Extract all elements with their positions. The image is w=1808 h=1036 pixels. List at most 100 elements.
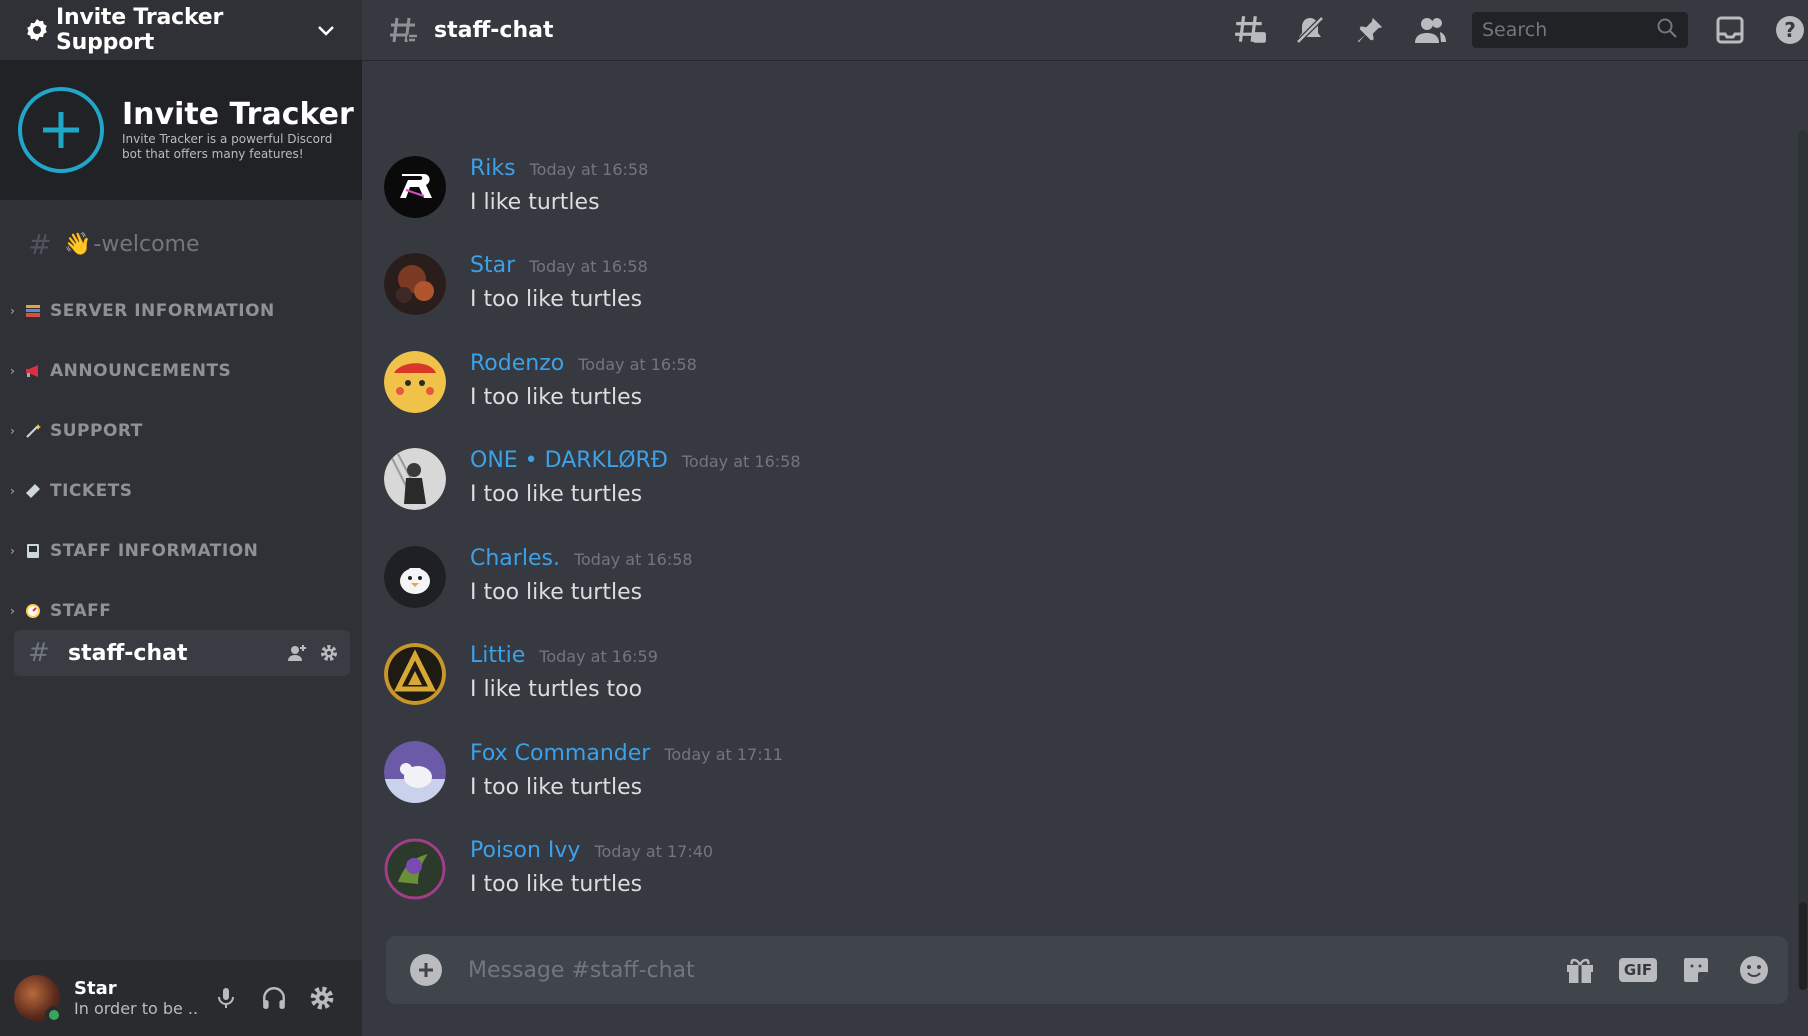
category-server-information[interactable]: › SERVER INFORMATION [0, 296, 362, 326]
message-composer: GIF [386, 936, 1788, 1004]
category-staff-information[interactable]: › STAFF INFORMATION [0, 536, 362, 566]
wave-emoji: 👋 [64, 231, 92, 257]
message: Littie Today at 16:59 I like turtles too [384, 643, 658, 705]
search-icon [1656, 17, 1678, 43]
inbox-icon[interactable] [1712, 12, 1748, 48]
search-input[interactable] [1482, 19, 1656, 41]
help-icon[interactable]: ? [1772, 12, 1808, 48]
scrollbar[interactable] [1798, 130, 1808, 990]
message-text: I like turtles too [470, 677, 643, 702]
category-announcements[interactable]: › ANNOUNCEMENTS [0, 356, 362, 386]
user-panel: Star In order to be ... [0, 960, 362, 1036]
sticker-icon[interactable] [1676, 950, 1716, 990]
message-author[interactable]: Charles. [470, 546, 560, 571]
category-label: TICKETS [50, 481, 133, 501]
message: ONE • DARKLØRÐ Today at 16:58 I too like… [384, 448, 801, 510]
channel-title: staff-chat [434, 17, 554, 43]
avatar[interactable] [384, 838, 446, 900]
avatar[interactable] [384, 546, 446, 608]
wand-icon [24, 422, 42, 440]
channel-name: staff-chat [68, 640, 188, 666]
category-tickets[interactable]: › TICKETS [0, 476, 362, 506]
plus-logo-icon [18, 87, 104, 173]
message-input[interactable] [468, 957, 1542, 983]
channel-header: staff-chat ? [362, 0, 1808, 60]
server-header[interactable]: Invite Tracker Support [0, 0, 362, 60]
message-author[interactable]: Riks [470, 156, 516, 181]
category-label: SUPPORT [50, 421, 143, 441]
caret-right-icon: › [10, 304, 16, 318]
message-list: Riks Today at 16:58 I like turtles Star … [362, 60, 1808, 990]
ticket-icon [24, 482, 42, 500]
verified-badge-icon [24, 17, 50, 43]
chevron-down-icon[interactable] [314, 18, 338, 42]
gift-icon[interactable] [1560, 950, 1600, 990]
member-list-icon[interactable] [1412, 12, 1448, 48]
message-author[interactable]: Littie [470, 643, 525, 668]
book-icon [24, 542, 42, 560]
headphones-icon[interactable] [254, 978, 294, 1018]
microphone-icon[interactable] [206, 978, 246, 1018]
avatar[interactable] [384, 643, 446, 705]
avatar[interactable] [384, 253, 446, 315]
add-attachment-icon[interactable] [410, 954, 442, 986]
message-author[interactable]: ONE • DARKLØRÐ [470, 448, 668, 473]
message-author[interactable]: Star [470, 253, 515, 278]
message-text: I too like turtles [470, 580, 643, 605]
message-author[interactable]: Poison Ivy [470, 838, 580, 863]
notification-muted-icon[interactable] [1292, 12, 1328, 48]
category-label: STAFF [50, 601, 112, 621]
gif-button[interactable]: GIF [1618, 950, 1658, 990]
online-status-icon [45, 1006, 63, 1024]
books-icon [24, 302, 42, 320]
user-status: In order to be ... [74, 999, 198, 1018]
category-support[interactable]: › SUPPORT [0, 416, 362, 446]
gear-icon[interactable] [318, 642, 340, 664]
avatar[interactable] [384, 351, 446, 413]
caret-right-icon: › [10, 544, 16, 558]
category-label: STAFF INFORMATION [50, 541, 259, 561]
server-name: Invite Tracker Support [56, 5, 224, 55]
avatar[interactable] [384, 741, 446, 803]
pin-icon[interactable] [1352, 12, 1388, 48]
megaphone-icon [24, 362, 42, 380]
message-timestamp: Today at 16:58 [529, 160, 649, 179]
emoji-picker-icon[interactable] [1734, 950, 1774, 990]
message-text: I too like turtles [470, 872, 643, 897]
avatar[interactable] [14, 975, 63, 1024]
channel-list: # 👋 -welcome › SERVER INFORMATION › ANNO… [0, 200, 362, 626]
banner-description: Invite Tracker is a powerful Discord bot… [122, 132, 333, 161]
message-text: I too like turtles [470, 775, 643, 800]
server-banner: Invite Tracker Invite Tracker is a power… [0, 60, 362, 200]
category-staff[interactable]: › STAFF [0, 596, 362, 626]
gear-icon[interactable] [302, 978, 342, 1018]
message: Poison Ivy Today at 17:40 I too like tur… [384, 838, 713, 900]
channel-welcome[interactable]: # 👋 -welcome [0, 222, 362, 266]
caret-right-icon: › [10, 604, 16, 618]
threads-icon[interactable] [1232, 12, 1268, 48]
message: Riks Today at 16:58 I like turtles [384, 156, 648, 218]
invite-member-icon[interactable] [286, 642, 308, 664]
scrollbar-thumb[interactable] [1799, 902, 1807, 990]
user-name: Star [74, 978, 117, 999]
message-author[interactable]: Fox Commander [470, 741, 650, 766]
svg-text:?: ? [1784, 18, 1796, 42]
message-timestamp: Today at 16:58 [573, 550, 693, 569]
message: Fox Commander Today at 17:11 I too like … [384, 741, 783, 803]
avatar[interactable] [384, 156, 446, 218]
message-timestamp: Today at 17:11 [664, 745, 783, 764]
gif-label: GIF [1618, 958, 1658, 982]
message-text: I like turtles [470, 190, 600, 215]
channel-sidebar: Invite Tracker Support Invite Tracker In… [0, 0, 362, 1036]
channel-staff-chat[interactable]: # staff-chat [14, 630, 350, 676]
message-timestamp: Today at 16:58 [681, 452, 801, 471]
message-timestamp: Today at 16:58 [529, 257, 648, 276]
category-label: SERVER INFORMATION [50, 301, 275, 321]
message-author[interactable]: Rodenzo [470, 351, 564, 376]
avatar[interactable] [384, 448, 446, 510]
message-text: I too like turtles [470, 287, 643, 312]
category-label: ANNOUNCEMENTS [50, 361, 232, 381]
caret-right-icon: › [10, 424, 16, 438]
search-box[interactable] [1472, 12, 1688, 48]
banner-title: Invite Tracker [122, 97, 354, 132]
